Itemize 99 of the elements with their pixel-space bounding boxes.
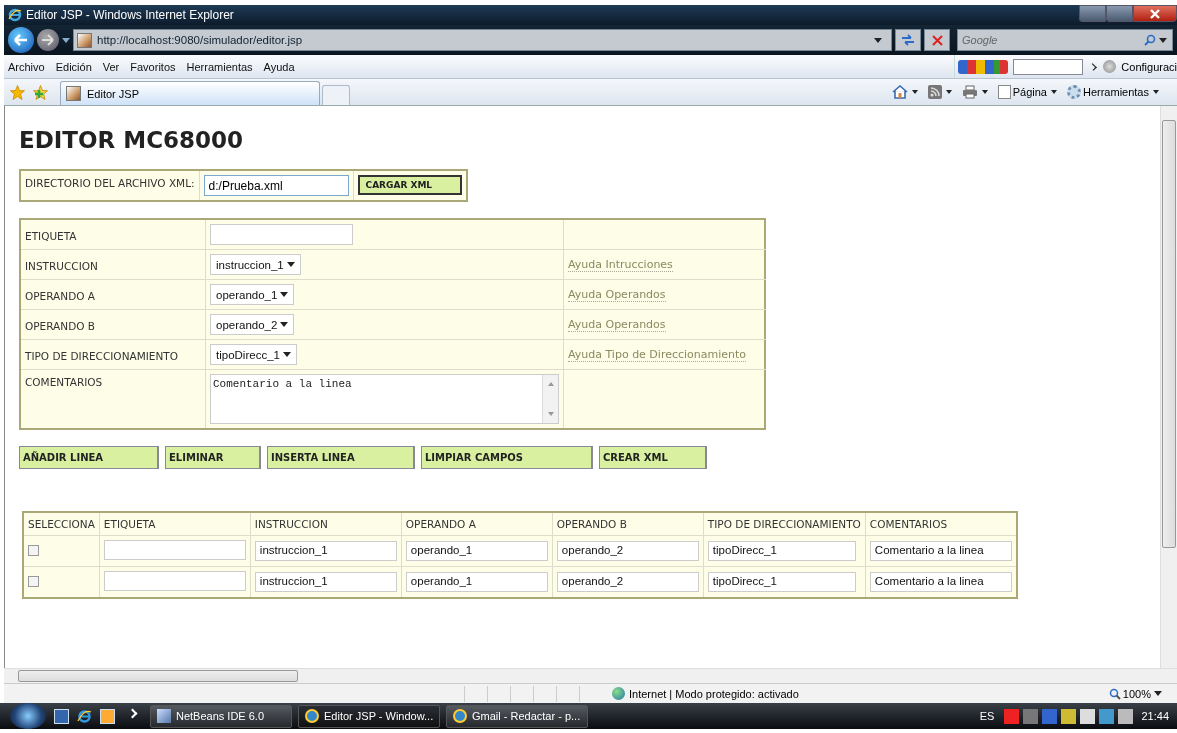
language-indicator[interactable]: ES bbox=[979, 710, 995, 722]
home-icon[interactable] bbox=[891, 85, 908, 99]
action-button[interactable]: CREAR XML bbox=[599, 446, 707, 469]
globe-icon bbox=[612, 687, 625, 700]
menu-item[interactable]: Ver bbox=[102, 60, 120, 73]
cell-input-field[interactable] bbox=[103, 540, 246, 560]
gear-icon bbox=[1066, 85, 1081, 99]
menu-item[interactable]: Herramientas bbox=[186, 60, 253, 73]
favorites-star-icon[interactable] bbox=[10, 84, 25, 100]
menu-item[interactable]: Ayuda bbox=[263, 60, 295, 73]
page-icon bbox=[77, 32, 92, 48]
maximize-button[interactable] bbox=[1106, 5, 1133, 22]
cell-input-field[interactable]: instruccion_1 bbox=[254, 572, 397, 592]
menu-item[interactable]: Edición bbox=[55, 60, 92, 73]
tools-menu[interactable]: Herramientas bbox=[1082, 86, 1149, 98]
search-icon[interactable] bbox=[1144, 34, 1156, 46]
taskbar-button[interactable]: Editor JSP - Window... bbox=[298, 704, 440, 728]
field-label: ETIQUETA bbox=[25, 228, 77, 242]
page-heading: EDITOR MC68000 bbox=[19, 127, 245, 153]
field-label: COMENTARIOS bbox=[25, 375, 103, 388]
settings-menu[interactable]: Configuraci bbox=[1121, 60, 1177, 73]
row-checkbox[interactable] bbox=[28, 575, 39, 587]
clock[interactable]: 21:44 bbox=[1141, 710, 1169, 722]
back-button[interactable] bbox=[8, 27, 34, 53]
window-title: Editor JSP - Windows Internet Explorer bbox=[26, 8, 234, 22]
cell-input-field[interactable]: tipoDirecc_1 bbox=[707, 541, 856, 561]
field-label: OPERANDO A bbox=[25, 288, 95, 302]
show-desktop-icon[interactable] bbox=[54, 708, 69, 724]
google-search-dropdown[interactable] bbox=[1013, 58, 1084, 75]
row-checkbox[interactable] bbox=[28, 544, 39, 556]
tray-icons-drawing[interactable] bbox=[1004, 708, 1134, 724]
column-header: SELECCIONA bbox=[23, 512, 100, 536]
forward-arrow-icon bbox=[41, 34, 55, 46]
print-icon[interactable] bbox=[961, 85, 978, 99]
help-link[interactable]: Ayuda Operandos bbox=[568, 317, 666, 332]
minimize-button[interactable] bbox=[1079, 5, 1106, 22]
help-link[interactable]: Ayuda Intrucciones bbox=[568, 257, 673, 272]
taskbar-button[interactable]: NetBeans IDE 6.0 bbox=[150, 704, 292, 728]
dropdown[interactable]: tipoDirecc_1 bbox=[210, 344, 297, 365]
page-menu[interactable]: Página bbox=[1012, 86, 1047, 98]
field-label: DIRECTORIO DEL ARCHIVO XML: bbox=[25, 176, 195, 189]
text-input-field[interactable] bbox=[210, 224, 353, 245]
stop-icon bbox=[931, 34, 943, 46]
action-button[interactable]: LIMPIAR CAMPOS bbox=[421, 446, 593, 469]
field-label: INSTRUCCION bbox=[25, 258, 98, 272]
help-link[interactable]: Ayuda Tipo de Direccionamiento bbox=[568, 347, 747, 362]
menu-item[interactable]: Archivo bbox=[8, 60, 45, 73]
cell-input-field[interactable]: Comentario a la linea bbox=[869, 541, 1012, 561]
browser-tab[interactable]: Editor JSP bbox=[60, 81, 320, 105]
column-header: OPERANDO A bbox=[401, 512, 553, 536]
dropdown[interactable]: operando_2 bbox=[210, 314, 295, 335]
start-button[interactable] bbox=[10, 703, 46, 729]
field-label: OPERANDO B bbox=[25, 318, 96, 332]
page-icon bbox=[66, 86, 81, 101]
field-label: TIPO DE DIRECCIONAMIENTO bbox=[25, 348, 178, 362]
load-xml-button[interactable]: CARGAR XML bbox=[357, 175, 462, 195]
browser-icon[interactable] bbox=[77, 708, 92, 724]
cell-input-field[interactable]: operando_1 bbox=[405, 572, 548, 592]
close-icon bbox=[1149, 8, 1161, 19]
column-header: ETIQUETA bbox=[99, 512, 251, 536]
new-tab-button[interactable] bbox=[322, 85, 350, 105]
cell-input-field[interactable]: operando_2 bbox=[556, 572, 699, 592]
security-zone-status: Internet | Modo protegido: activado bbox=[629, 687, 799, 700]
action-button[interactable]: AÑADIR LINEA bbox=[19, 446, 159, 469]
refresh-button[interactable] bbox=[895, 29, 921, 51]
dropdown[interactable]: instruccion_1 bbox=[210, 254, 301, 275]
path-input-field[interactable]: d:/Prueba.xml bbox=[203, 175, 349, 196]
cell-input-field[interactable]: tipoDirecc_1 bbox=[707, 572, 856, 592]
stop-button[interactable] bbox=[924, 29, 950, 51]
cell-input-field[interactable]: instruccion_1 bbox=[254, 541, 397, 561]
forward-button[interactable] bbox=[37, 29, 59, 51]
zoom-icon bbox=[1108, 687, 1121, 700]
close-button[interactable] bbox=[1133, 5, 1177, 22]
dropdown[interactable]: operando_1 bbox=[210, 284, 295, 305]
action-button[interactable]: ELIMINAR bbox=[165, 446, 261, 469]
horizontal-scrollbar[interactable] bbox=[4, 668, 1177, 683]
help-link[interactable]: Ayuda Operandos bbox=[568, 287, 666, 302]
column-header: OPERANDO B bbox=[552, 512, 704, 536]
feed-icon[interactable] bbox=[927, 85, 942, 99]
refresh-icon bbox=[901, 34, 915, 46]
cell-input-field[interactable]: Comentario a la linea bbox=[869, 572, 1012, 592]
column-header: TIPO DE DIRECCIONAMIENTO bbox=[703, 512, 866, 536]
back-arrow-icon bbox=[13, 33, 29, 47]
add-favorite-icon[interactable] bbox=[33, 84, 48, 100]
address-field[interactable]: http://localhost:9080/simulador/editor.jsp bbox=[73, 29, 892, 51]
column-header: INSTRUCCION bbox=[250, 512, 402, 536]
vertical-scrollbar[interactable] bbox=[1160, 106, 1177, 668]
cell-input-field[interactable]: operando_2 bbox=[556, 541, 699, 561]
menu-item[interactable]: Favoritos bbox=[130, 60, 176, 73]
page-icon bbox=[997, 85, 1011, 99]
cell-input-field[interactable] bbox=[103, 571, 246, 591]
cell-input-field[interactable]: operando_1 bbox=[405, 541, 548, 561]
taskbar-button[interactable]: Gmail - Redactar - p... bbox=[446, 704, 588, 728]
comment-textarea[interactable]: Comentario a la linea bbox=[210, 374, 559, 424]
search-field[interactable]: Google bbox=[957, 29, 1173, 51]
action-button[interactable]: INSERTA LINEA bbox=[267, 446, 415, 469]
browser-logo-icon bbox=[8, 8, 22, 22]
zoom-control[interactable]: 100% bbox=[1108, 687, 1151, 700]
clock-app-icon[interactable] bbox=[100, 708, 115, 724]
